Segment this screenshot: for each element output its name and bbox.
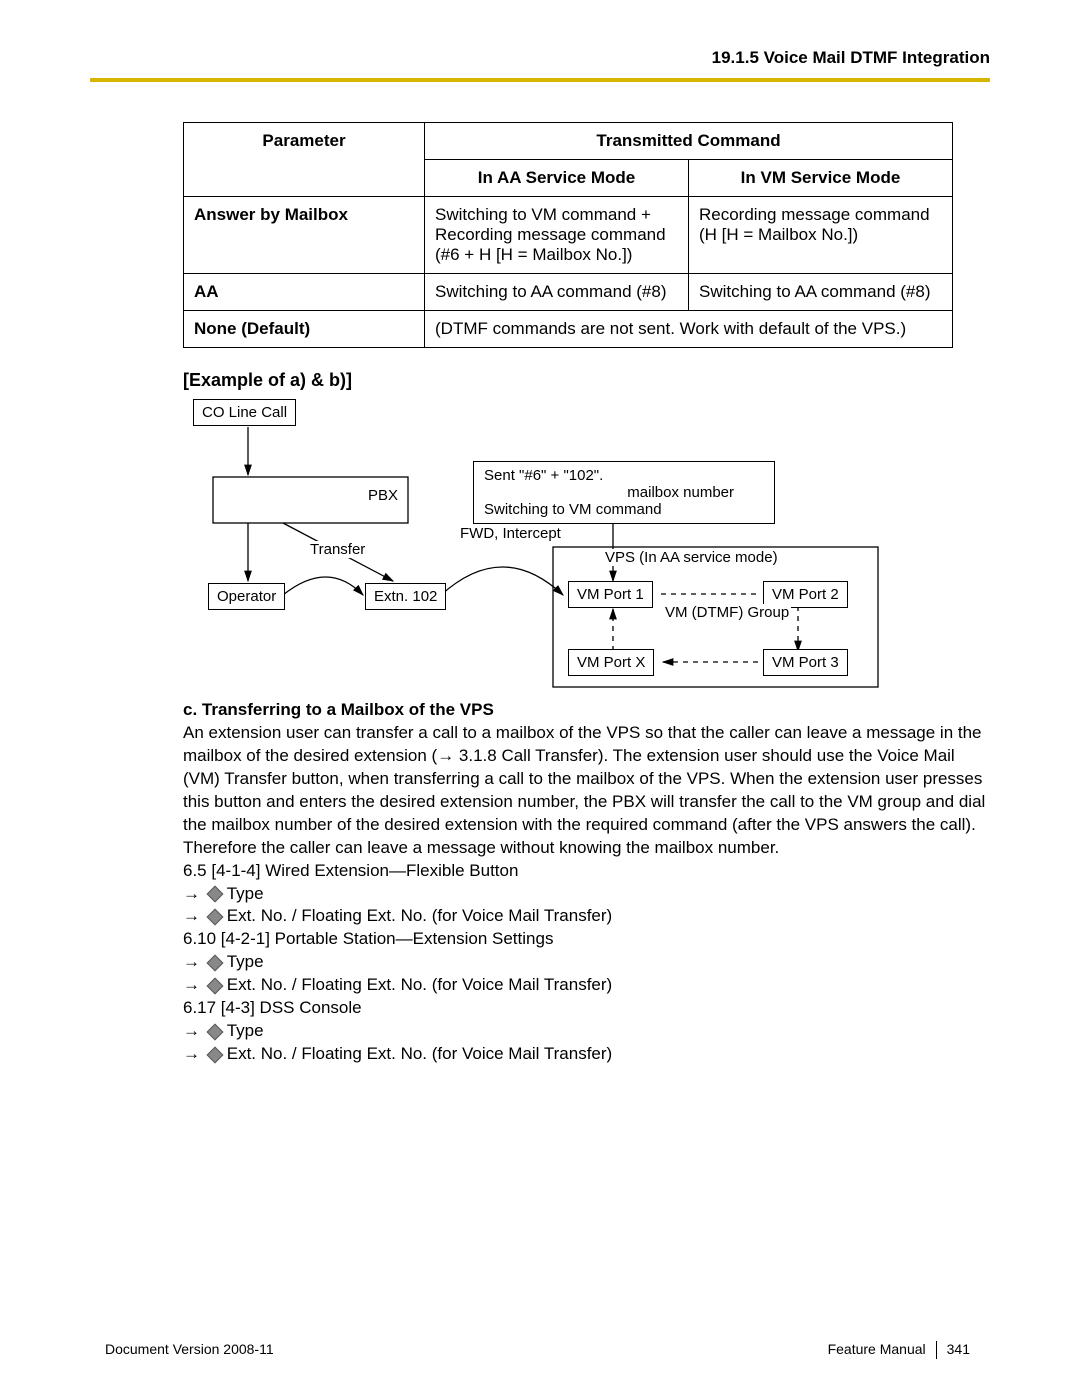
page-number: 341 bbox=[947, 1341, 970, 1357]
cell: None (Default) bbox=[184, 311, 425, 348]
ref-ext: → Ext. No. / Floating Ext. No. (for Voic… bbox=[183, 905, 990, 928]
box-operator: Operator bbox=[208, 583, 285, 610]
diamond-icon bbox=[206, 1046, 223, 1063]
table-row: Answer by Mailbox Switching to VM comman… bbox=[184, 197, 953, 274]
cell: AA bbox=[184, 274, 425, 311]
table-row: None (Default) (DTMF commands are not se… bbox=[184, 311, 953, 348]
box-vm-port-3: VM Port 3 bbox=[763, 649, 848, 676]
ref-type: → Type bbox=[183, 1020, 990, 1043]
cell: Switching to AA command (#8) bbox=[689, 274, 953, 311]
diamond-icon bbox=[206, 908, 223, 925]
header-rule bbox=[90, 78, 990, 82]
label-fwd: FWD, Intercept bbox=[458, 525, 563, 542]
section-c-body: An extension user can transfer a call to… bbox=[183, 722, 990, 860]
diamond-icon bbox=[206, 1023, 223, 1040]
text-mailbox-number: mailbox number bbox=[484, 484, 764, 501]
section-header: 19.1.5 Voice Mail DTMF Integration bbox=[90, 48, 990, 68]
cell: Recording message command (H [H = Mailbo… bbox=[689, 197, 953, 274]
col-command: Transmitted Command bbox=[425, 123, 953, 160]
label-transfer: Transfer bbox=[308, 541, 367, 558]
cell: (DTMF commands are not sent. Work with d… bbox=[425, 311, 953, 348]
text-sent: Sent "#6" + "102". bbox=[484, 467, 764, 484]
section-c: c. Transferring to a Mailbox of the VPS … bbox=[90, 699, 990, 1066]
diamond-icon bbox=[206, 954, 223, 971]
diamond-icon bbox=[206, 977, 223, 994]
ref-type: → Type bbox=[183, 951, 990, 974]
ref-type: → Type bbox=[183, 883, 990, 906]
feature-manual: Feature Manual bbox=[828, 1341, 926, 1357]
box-co-line: CO Line Call bbox=[193, 399, 296, 426]
ref-ext: → Ext. No. / Floating Ext. No. (for Voic… bbox=[183, 974, 990, 997]
box-vm-port-x: VM Port X bbox=[568, 649, 654, 676]
cell: Answer by Mailbox bbox=[184, 197, 425, 274]
diagram: CO Line Call PBX Sent "#6" + "102". mail… bbox=[183, 399, 963, 699]
box-vm-port-1: VM Port 1 bbox=[568, 581, 653, 608]
box-sent: Sent "#6" + "102". mailbox number Switch… bbox=[473, 461, 775, 524]
col-aa: In AA Service Mode bbox=[425, 160, 689, 197]
cell: Switching to AA command (#8) bbox=[425, 274, 689, 311]
ref-65: 6.5 [4-1-4] Wired Extension—Flexible But… bbox=[183, 860, 990, 883]
text-switching: Switching to VM command bbox=[484, 501, 764, 518]
cell: Switching to VM command + Recording mess… bbox=[425, 197, 689, 274]
doc-version: Document Version 2008-11 bbox=[105, 1341, 274, 1357]
label-pbx: PBX bbox=[366, 487, 400, 504]
section-c-title: c. Transferring to a Mailbox of the VPS bbox=[183, 699, 990, 722]
table-row: AA Switching to AA command (#8) Switchin… bbox=[184, 274, 953, 311]
label-vps: VPS (In AA service mode) bbox=[603, 549, 780, 566]
label-vm-group: VM (DTMF) Group bbox=[663, 604, 791, 622]
ref-617: 6.17 [4-3] DSS Console bbox=[183, 997, 990, 1020]
ref-610: 6.10 [4-2-1] Portable Station—Extension … bbox=[183, 928, 990, 951]
diamond-icon bbox=[206, 886, 223, 903]
page-footer: Document Version 2008-11 Feature Manual 3… bbox=[105, 1341, 970, 1359]
col-vm: In VM Service Mode bbox=[689, 160, 953, 197]
box-extn: Extn. 102 bbox=[365, 583, 446, 610]
command-table: Parameter Transmitted Command In AA Serv… bbox=[183, 122, 953, 348]
ref-ext: → Ext. No. / Floating Ext. No. (for Voic… bbox=[183, 1043, 990, 1066]
example-title: [Example of a) & b)] bbox=[90, 370, 990, 391]
col-parameter: Parameter bbox=[184, 123, 425, 197]
